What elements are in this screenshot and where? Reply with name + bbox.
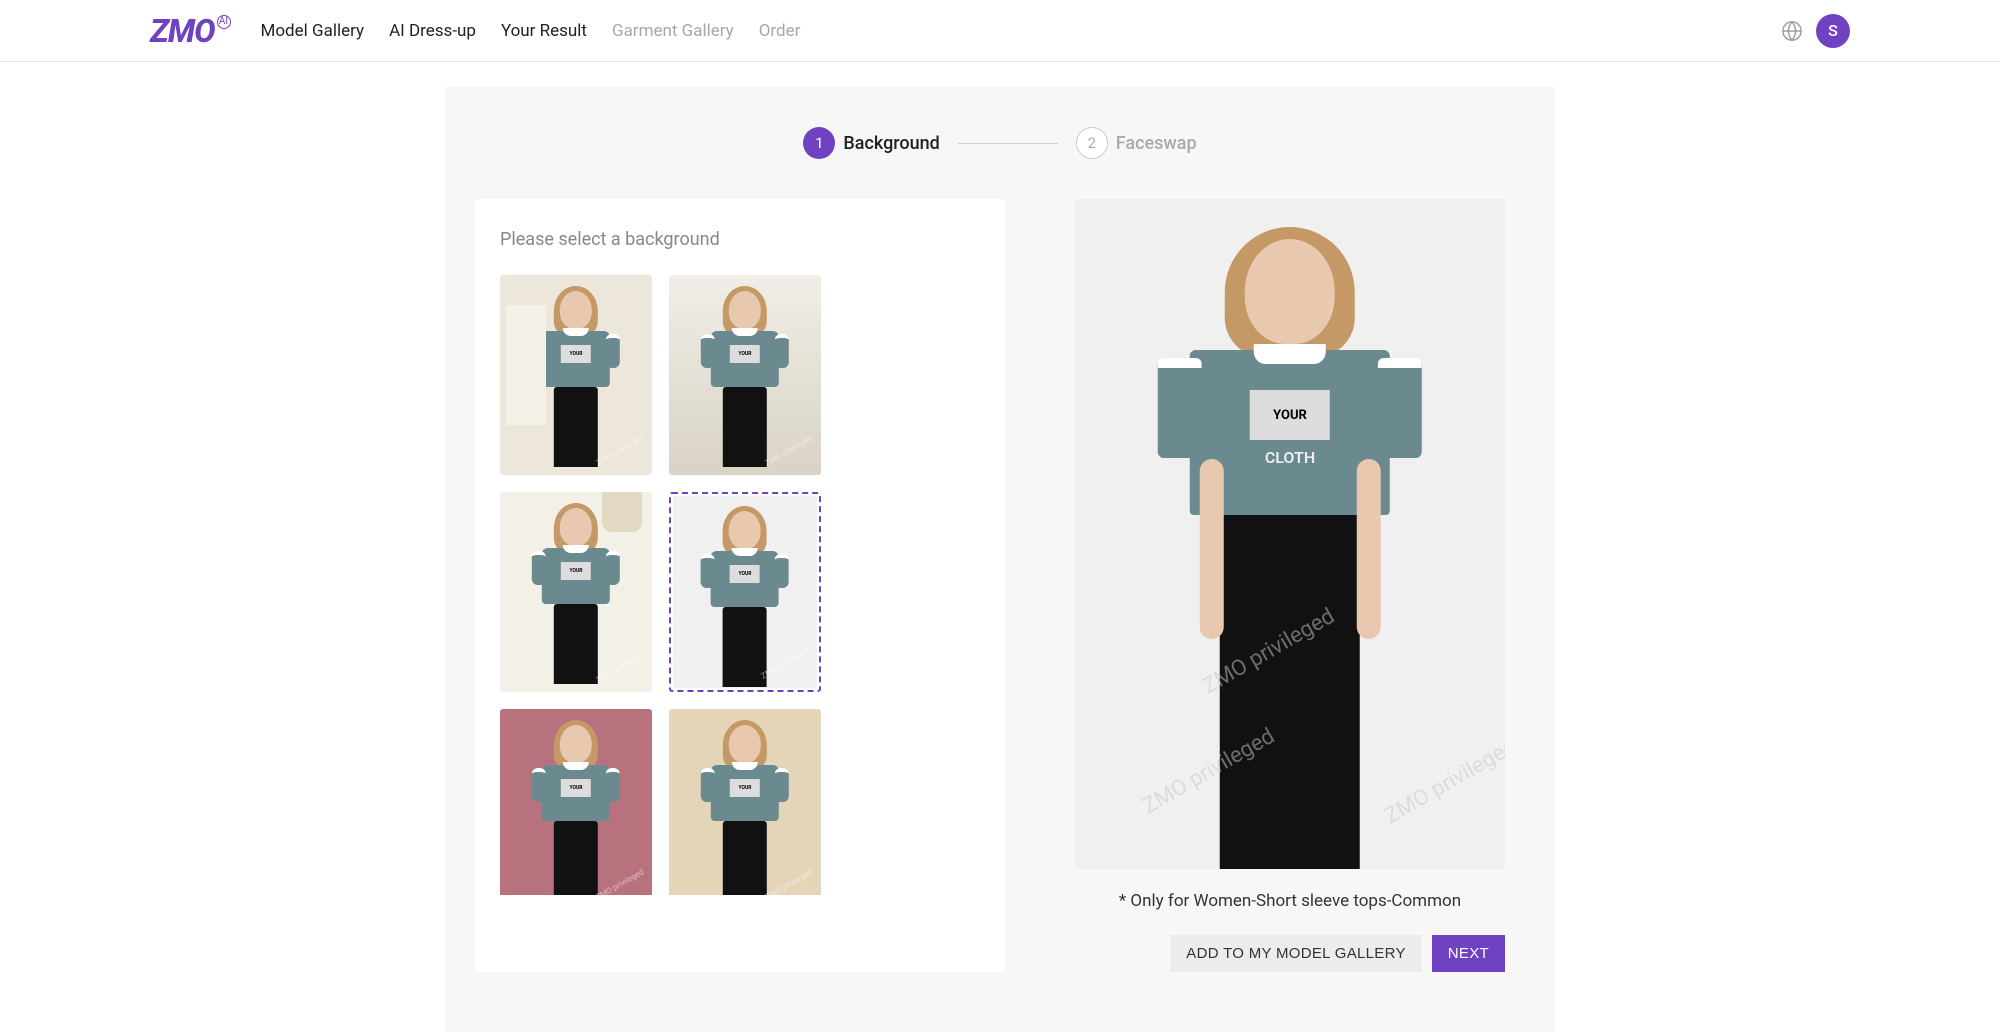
action-bar: ADD TO MY MODEL GALLERY NEXT xyxy=(1075,935,1505,972)
step-num: 2 xyxy=(1076,127,1108,159)
preview-image: YOUR CLOTH ZMO privileged ZMO privileged… xyxy=(1075,199,1505,869)
logo-text: ZMO xyxy=(150,12,215,50)
background-option[interactable]: YOUR ZMO privileged xyxy=(500,275,652,475)
preview-panel: YOUR CLOTH ZMO privileged ZMO privileged… xyxy=(1075,199,1505,972)
background-option[interactable]: YOUR ZMO privileged xyxy=(500,709,652,895)
step-num: 1 xyxy=(803,127,835,159)
shirt-label-mid: CLOTH xyxy=(1265,448,1315,467)
step-label: Background xyxy=(843,133,939,154)
background-selector-panel: Please select a background YOUR ZMO priv… xyxy=(475,199,1005,972)
header-right: S xyxy=(1780,14,1850,48)
model-figure: YOUR CLOTH xyxy=(1172,239,1409,842)
step-faceswap[interactable]: 2 Faceswap xyxy=(1076,127,1197,159)
background-option[interactable]: YOUR ZMO privileged xyxy=(669,492,821,692)
next-button[interactable]: NEXT xyxy=(1432,935,1505,972)
step-background[interactable]: 1 Background xyxy=(803,127,939,159)
background-option[interactable]: YOUR ZMO privileged xyxy=(669,275,821,475)
content-row: Please select a background YOUR ZMO priv… xyxy=(475,199,1525,972)
avatar[interactable]: S xyxy=(1816,14,1850,48)
language-icon[interactable] xyxy=(1780,19,1804,43)
nav-ai-dressup[interactable]: AI Dress-up xyxy=(389,21,476,41)
logo[interactable]: ZMO AI xyxy=(150,12,231,50)
stepper: 1 Background 2 Faceswap xyxy=(475,127,1525,159)
restriction-note: * Only for Women-Short sleeve tops-Commo… xyxy=(1075,891,1505,911)
main-nav: Model Gallery AI Dress-up Your Result Ga… xyxy=(261,21,801,41)
step-label: Faceswap xyxy=(1116,133,1197,154)
nav-order: Order xyxy=(759,21,801,41)
panel-title: Please select a background xyxy=(500,229,990,250)
background-option[interactable]: YOUR ZMO privileged xyxy=(500,492,652,692)
header: ZMO AI Model Gallery AI Dress-up Your Re… xyxy=(0,0,2000,62)
main-container: 1 Background 2 Faceswap Please select a … xyxy=(445,87,1555,1032)
background-option[interactable]: YOUR ZMO privileged xyxy=(669,709,821,895)
step-connector xyxy=(958,143,1058,144)
shirt-label-top: YOUR xyxy=(1250,390,1330,440)
nav-model-gallery[interactable]: Model Gallery xyxy=(261,21,365,41)
background-grid[interactable]: YOUR ZMO privileged YOUR ZMO privileged … xyxy=(500,275,990,895)
nav-your-result[interactable]: Your Result xyxy=(501,21,587,41)
logo-superscript: AI xyxy=(217,15,231,29)
nav-garment-gallery: Garment Gallery xyxy=(612,21,734,41)
add-to-gallery-button[interactable]: ADD TO MY MODEL GALLERY xyxy=(1170,935,1421,972)
